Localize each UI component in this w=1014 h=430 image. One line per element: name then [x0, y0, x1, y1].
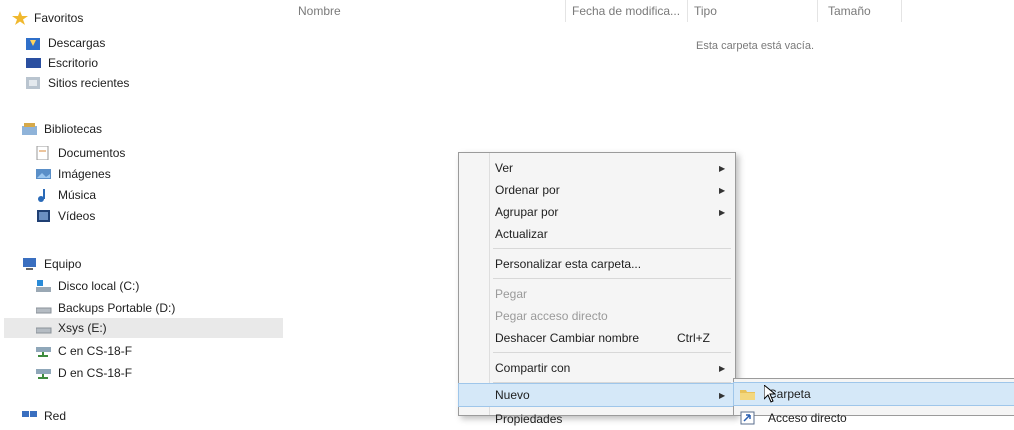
submenu-arrow-icon: ▶	[719, 207, 726, 217]
nav-pictures[interactable]: Imágenes	[36, 164, 111, 184]
column-header-size[interactable]: Tamaño	[822, 0, 902, 22]
menu-item-properties[interactable]: Propiedades	[459, 408, 735, 430]
folder-icon	[740, 387, 756, 401]
menu-item-new[interactable]: Nuevo ▶	[458, 383, 736, 407]
menu-item-view-label: Ver	[495, 161, 514, 175]
nav-disk-c-label: Disco local (C:)	[58, 279, 140, 293]
nav-videos-label: Vídeos	[58, 209, 96, 223]
nav-disk-e[interactable]: Xsys (E:)	[4, 318, 283, 338]
nav-computer[interactable]: Equipo	[22, 254, 81, 274]
nav-music[interactable]: Música	[36, 185, 96, 205]
nav-music-label: Música	[58, 188, 97, 202]
nav-net-d[interactable]: D en CS-18-F	[36, 363, 132, 383]
music-note-icon	[36, 188, 52, 202]
documents-icon	[36, 145, 52, 161]
column-header-type-label: Tipo	[694, 4, 717, 18]
submenu-item-folder[interactable]: Carpeta	[733, 382, 1014, 406]
menu-item-customize-label: Personalizar esta carpeta...	[495, 257, 642, 271]
column-header-date-label: Fecha de modifica...	[572, 4, 681, 18]
mouse-pointer-icon	[763, 383, 777, 406]
submenu-arrow-icon: ▶	[719, 185, 726, 195]
menu-item-refresh-label: Actualizar	[495, 227, 548, 241]
nav-net-c-label: C en CS-18-F	[58, 344, 133, 358]
menu-separator	[493, 278, 731, 279]
column-header-date[interactable]: Fecha de modifica...	[566, 0, 688, 22]
drive-icon	[35, 301, 52, 315]
nav-favorites-label: Favoritos	[34, 11, 84, 25]
network-drive-icon	[36, 344, 52, 358]
nav-libraries[interactable]: Bibliotecas	[22, 119, 102, 139]
menu-item-undo-shortcut: Ctrl+Z	[677, 331, 710, 345]
menu-item-undo[interactable]: Deshacer Cambiar nombre Ctrl+Z	[459, 327, 735, 349]
nav-pictures-label: Imágenes	[58, 167, 111, 181]
drive-icon	[36, 279, 52, 293]
nav-recent-label: Sitios recientes	[48, 76, 130, 90]
menu-item-undo-label: Deshacer Cambiar nombre	[495, 331, 640, 345]
submenu-arrow-icon: ▶	[719, 163, 726, 173]
menu-item-properties-label: Propiedades	[495, 412, 563, 426]
shortcut-icon	[740, 411, 756, 425]
column-header-size-label: Tamaño	[828, 4, 871, 18]
nav-disk-d[interactable]: Backups Portable (D:)	[35, 298, 176, 318]
nav-desktop[interactable]: Escritorio	[26, 53, 98, 73]
menu-item-paste-shortcut[interactable]: Pegar acceso directo	[459, 305, 735, 327]
nav-videos[interactable]: Vídeos	[36, 206, 95, 226]
menu-separator	[493, 248, 731, 249]
downloads-icon	[26, 36, 42, 50]
submenu-item-shortcut[interactable]: Acceso directo	[734, 407, 1014, 429]
column-header-name[interactable]: Nombre	[292, 0, 566, 22]
submenu-item-shortcut-label: Acceso directo	[768, 411, 847, 425]
menu-item-paste[interactable]: Pegar	[459, 283, 735, 305]
nav-favorites[interactable]: Favoritos	[12, 8, 83, 28]
submenu-arrow-icon: ▶	[719, 390, 726, 400]
menu-item-sort-by-label: Ordenar por	[495, 183, 560, 197]
drive-icon	[35, 321, 52, 335]
nav-disk-d-label: Backups Portable (D:)	[58, 301, 176, 315]
menu-item-share[interactable]: Compartir con ▶	[459, 357, 735, 379]
menu-separator	[493, 352, 731, 353]
pictures-icon	[36, 167, 52, 181]
nav-recent[interactable]: Sitios recientes	[26, 73, 129, 93]
navigation-pane: Favoritos Descargas Escritorio Sitios re…	[0, 0, 283, 423]
nav-libraries-label: Bibliotecas	[44, 122, 103, 136]
menu-item-paste-shortcut-label: Pegar acceso directo	[495, 309, 608, 323]
nav-net-d-label: D en CS-18-F	[58, 366, 133, 380]
network-icon	[22, 409, 38, 423]
nav-downloads-label: Descargas	[48, 36, 106, 50]
nav-network[interactable]: Red	[22, 406, 66, 426]
menu-separator	[493, 382, 731, 383]
menu-item-share-label: Compartir con	[495, 361, 571, 375]
menu-item-sort-by[interactable]: Ordenar por ▶	[459, 179, 735, 201]
nav-disk-c[interactable]: Disco local (C:)	[36, 276, 139, 296]
menu-item-refresh[interactable]: Actualizar	[459, 223, 735, 245]
menu-item-paste-label: Pegar	[495, 287, 528, 301]
menu-item-group-by[interactable]: Agrupar por ▶	[459, 201, 735, 223]
menu-item-new-label: Nuevo	[495, 388, 530, 402]
column-header-type[interactable]: Tipo	[688, 0, 818, 22]
network-drive-icon	[36, 366, 52, 380]
computer-icon	[22, 257, 38, 271]
nav-documents-label: Documentos	[58, 146, 126, 160]
nav-network-label: Red	[44, 409, 67, 423]
submenu-arrow-icon: ▶	[719, 363, 726, 373]
nav-downloads[interactable]: Descargas	[26, 33, 105, 53]
nav-documents[interactable]: Documentos	[36, 143, 125, 163]
menu-item-customize[interactable]: Personalizar esta carpeta...	[459, 253, 735, 275]
nav-net-c[interactable]: C en CS-18-F	[36, 341, 132, 361]
empty-folder-message: Esta carpeta está vacía.	[696, 40, 815, 52]
desktop-icon	[26, 56, 42, 70]
nav-disk-e-label: Xsys (E:)	[58, 321, 107, 335]
nav-computer-label: Equipo	[44, 257, 82, 271]
star-icon	[12, 11, 28, 25]
nav-desktop-label: Escritorio	[48, 56, 99, 70]
column-header-name-label: Nombre	[298, 4, 341, 18]
context-menu: Ver ▶ Ordenar por ▶ Agrupar por ▶ Actual…	[458, 152, 736, 426]
menu-item-view[interactable]: Ver ▶	[459, 157, 735, 179]
videos-icon	[36, 209, 52, 223]
libraries-icon	[22, 122, 38, 136]
menu-item-group-by-label: Agrupar por	[495, 205, 559, 219]
recent-places-icon	[26, 76, 42, 90]
